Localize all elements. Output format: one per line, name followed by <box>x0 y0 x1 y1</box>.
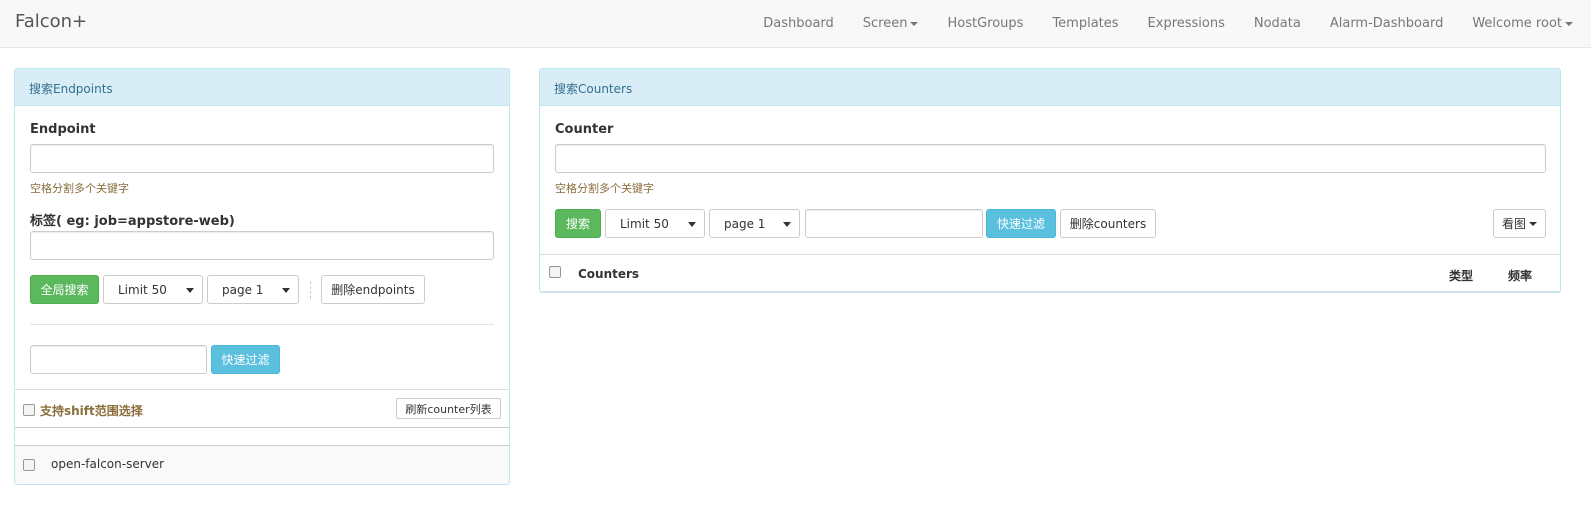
endpoint-limit-select[interactable]: Limit 50 <box>103 275 203 304</box>
section-divider <box>30 324 494 325</box>
endpoint-checkbox[interactable] <box>23 459 35 471</box>
column-header-type: 类型 <box>1449 269 1474 283</box>
counter-label: Counter <box>555 122 614 137</box>
counter-search-button[interactable]: 搜索 <box>555 209 601 238</box>
endpoint-quick-filter-button[interactable]: 快速过滤 <box>211 345 280 374</box>
nav-templates[interactable]: Templates <box>1052 16 1118 31</box>
nav-expressions[interactable]: Expressions <box>1148 16 1225 31</box>
caret-down-icon <box>910 21 919 26</box>
column-header-frequency: 频率 <box>1508 269 1533 283</box>
endpoints-panel-title: 搜索Endpoints <box>15 69 509 106</box>
nav-dashboard[interactable]: Dashboard <box>763 16 834 31</box>
refresh-counter-list-button[interactable]: 刷新counter列表 <box>396 398 501 419</box>
counters-panel-title: 搜索Counters <box>540 69 1560 106</box>
counter-filter-input[interactable] <box>805 209 983 238</box>
counter-limit-select[interactable]: Limit 50 <box>605 209 705 238</box>
endpoint-label: Endpoint <box>30 122 96 137</box>
nav-alarm-dashboard[interactable]: Alarm-Dashboard <box>1330 16 1443 31</box>
endpoint-filter-input[interactable] <box>30 345 207 374</box>
endpoint-input[interactable] <box>30 144 494 173</box>
global-search-button[interactable]: 全局搜索 <box>30 275 99 304</box>
counters-panel: 搜索Counters Counter 空格分割多个关键字 搜索 Limit 50… <box>539 68 1561 293</box>
counter-page-select[interactable]: page 1 <box>709 209 800 238</box>
nav-menu: Dashboard Screen HostGroups Templates Ex… <box>734 0 1573 47</box>
tag-label: 标签( eg: job=appstore-web) <box>30 214 235 229</box>
column-header-counters: Counters <box>578 267 640 281</box>
divider <box>310 281 311 299</box>
delete-counters-button[interactable]: 删除counters <box>1060 209 1156 238</box>
top-navbar: Falcon+ Dashboard Screen HostGroups Temp… <box>0 0 1591 48</box>
endpoints-panel: 搜索Endpoints Endpoint 空格分割多个关键字 标签( eg: j… <box>14 68 510 485</box>
counter-quick-filter-button[interactable]: 快速过滤 <box>986 209 1056 238</box>
chevron-down-icon <box>688 222 696 227</box>
caret-down-icon <box>1529 221 1537 226</box>
nav-screen[interactable]: Screen <box>863 16 919 31</box>
counters-table-header: Counters 类型 频率 <box>540 255 1560 291</box>
chevron-down-icon <box>783 222 791 227</box>
chevron-down-icon <box>186 288 194 293</box>
counter-input[interactable] <box>555 144 1546 173</box>
view-chart-button[interactable]: 看图 <box>1493 209 1546 238</box>
nav-hostgroups[interactable]: HostGroups <box>947 16 1023 31</box>
endpoint-list-item[interactable]: open-falcon-server <box>15 446 509 484</box>
brand-logo[interactable]: Falcon+ <box>15 11 87 32</box>
shift-select-label: 支持shift范围选择 <box>40 404 143 418</box>
nav-user-menu[interactable]: Welcome root <box>1472 16 1573 31</box>
section-divider <box>15 389 509 390</box>
table-header-bottom-border <box>540 291 1560 292</box>
delete-endpoints-button[interactable]: 删除endpoints <box>321 275 425 304</box>
shift-select-checkbox[interactable] <box>23 404 35 416</box>
endpoint-page-select[interactable]: page 1 <box>207 275 299 304</box>
caret-down-icon <box>1565 21 1573 26</box>
endpoint-name: open-falcon-server <box>51 457 165 471</box>
counter-help-text: 空格分割多个关键字 <box>555 182 654 195</box>
nav-nodata[interactable]: Nodata <box>1254 16 1301 31</box>
select-all-counters-checkbox[interactable] <box>549 266 561 278</box>
chevron-down-icon <box>282 288 290 293</box>
tag-input[interactable] <box>30 231 494 260</box>
section-divider <box>15 427 509 428</box>
endpoint-help-text: 空格分割多个关键字 <box>30 182 129 195</box>
